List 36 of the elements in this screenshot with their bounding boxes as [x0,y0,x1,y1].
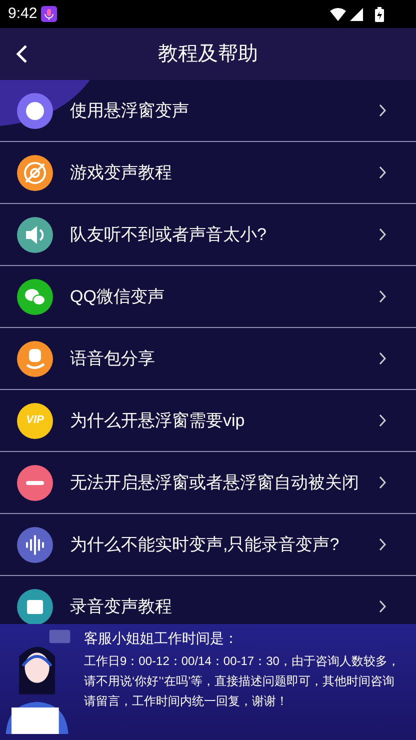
microphone-app-icon [41,6,58,22]
chevron-icon [379,228,387,241]
page-title: 教程及帮助 [158,42,258,67]
help-item[interactable]: 队友听不到或者声音太小? [0,204,416,266]
help-item[interactable]: 无法开启悬浮窗或者悬浮窗自动被关闭 [0,452,416,514]
help-item[interactable]: 使用悬浮窗变声 [0,80,416,142]
item-label: 为什么不能实时变声,只能录音变声? [70,534,340,556]
status-time: 9:42 [8,4,38,24]
chevron-icon [379,352,387,365]
help-item[interactable]: VIP 为什么开悬浮窗需要vip [0,390,416,452]
notice-title: 客服小姐姐工作时间是： [84,629,239,648]
chevron-icon [379,290,387,303]
help-item[interactable]: 为什么不能实时变声,只能录音变声? [0,514,416,576]
chevron-icon [379,600,387,613]
chevron-icon [379,166,387,179]
item-label: 为什么开悬浮窗需要vip [70,410,246,432]
item-label: QQ微信变声 [70,286,166,308]
notice-text: 工作日9：00-12：00/14：00-17：30，由于咨询人数较多，请不用说‘你好’‘在吗’等，直接描述问题即可，其他时间咨询请留言，工作时间内统一回复，谢谢！ [84,653,400,710]
item-label: 使用悬浮窗变声 [70,100,190,122]
item-label: 语音包分享 [70,348,156,370]
back-icon[interactable] [16,44,28,64]
wifi-icon [330,8,346,20]
vip-icon: VIP [17,402,53,438]
chevron-icon [379,414,387,427]
help-item[interactable]: 游戏变声教程 [0,142,416,204]
chevron-icon [379,538,387,551]
item-label: 游戏变声教程 [70,162,173,184]
item-label: 队友听不到或者声音太小? [70,224,268,246]
help-item[interactable]: QQ微信变声 [0,266,416,328]
chevron-icon [379,476,387,489]
signal-icon [350,8,363,20]
item-label: 无法开启悬浮窗或者悬浮窗自动被关闭 [70,472,360,494]
battery-icon [375,6,384,22]
item-label: 录音变声教程 [70,596,173,618]
chevron-icon [379,104,387,117]
help-item[interactable]: 语音包分享 [0,328,416,390]
